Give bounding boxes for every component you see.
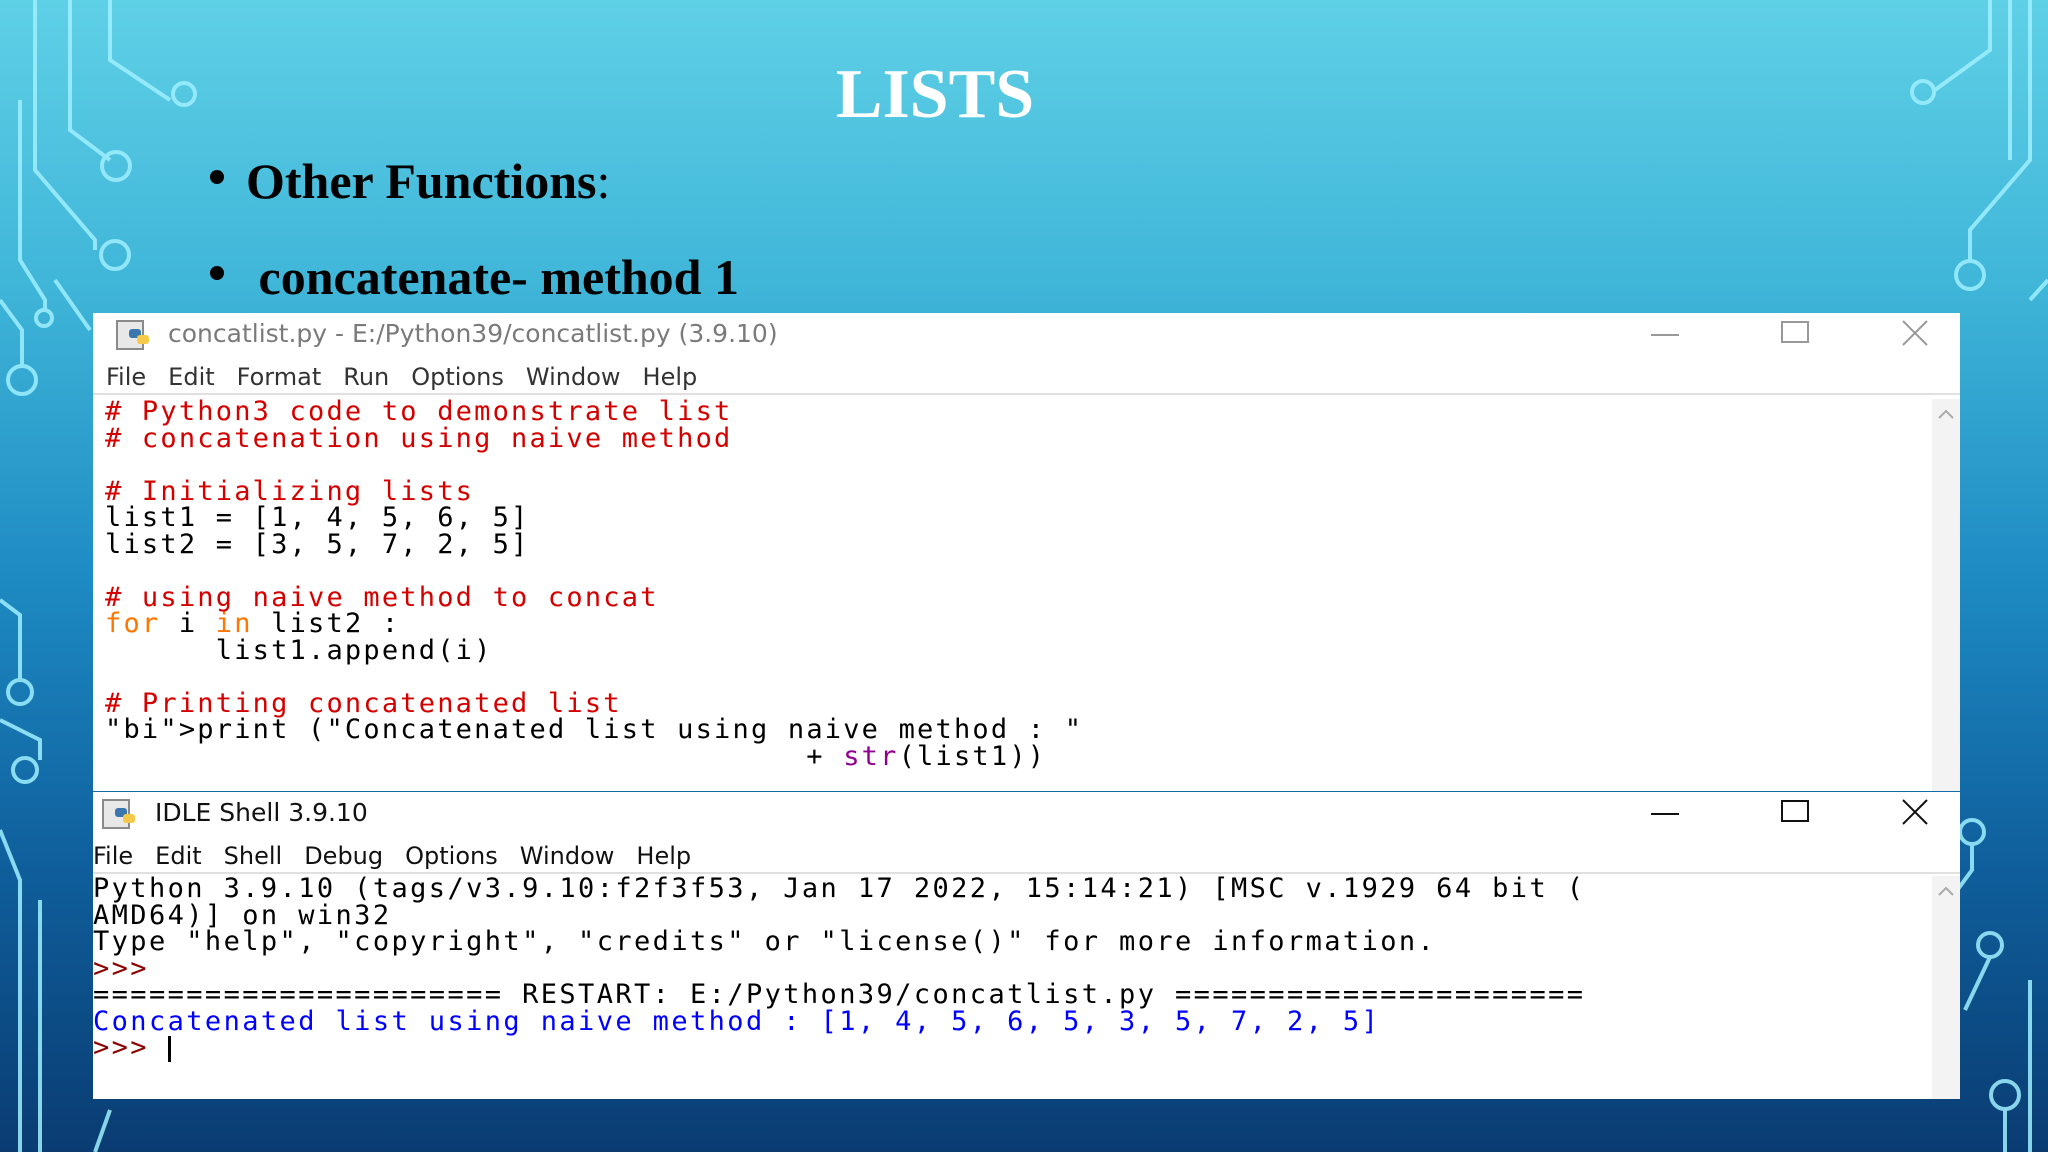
menu-window[interactable]: Window — [520, 842, 615, 870]
menu-help[interactable]: Help — [643, 363, 698, 391]
shell-title: IDLE Shell 3.9.10 — [155, 798, 368, 827]
bullet-concatenate: concatenate- method 1 — [210, 248, 739, 306]
shell-restart-line: ====================== RESTART: E:/Pytho… — [93, 979, 1586, 1010]
menu-options[interactable]: Options — [405, 842, 498, 870]
code-line-str: + str(list1)) — [105, 740, 1047, 772]
bullet-dot — [210, 169, 224, 184]
code-line: list1.append(i) — [105, 634, 493, 666]
menu-options[interactable]: Options — [411, 363, 504, 391]
code-line: # Python3 code to demonstrate list — [105, 396, 733, 427]
minimize-icon[interactable] — [1645, 317, 1685, 349]
code-line: # concatenation using naive method — [105, 422, 733, 454]
shell-input-line[interactable]: >>> — [93, 1032, 1585, 1063]
bullet-other-functions: Other Functions: — [210, 152, 610, 210]
close-icon[interactable] — [1895, 796, 1935, 828]
menu-window[interactable]: Window — [526, 363, 621, 391]
menu-run[interactable]: Run — [343, 363, 389, 391]
python-file-icon — [102, 799, 135, 829]
editor-title: concatlist.py - E:/Python39/concatlist.p… — [168, 319, 778, 348]
text-cursor — [167, 1035, 171, 1062]
menu-help[interactable]: Help — [636, 842, 691, 870]
shell-prompt: >>> — [93, 1032, 168, 1063]
shell-output-area[interactable]: Python 3.9.10 (tags/v3.9.10:f2f3f53, Jan… — [93, 873, 1586, 1063]
menu-file[interactable]: File — [93, 842, 133, 870]
editor-titlebar[interactable]: concatlist.py - E:/Python39/concatlist.p… — [93, 313, 1960, 355]
maximize-icon[interactable] — [1775, 317, 1815, 349]
slide-title: LISTS — [835, 56, 1035, 133]
menu-file[interactable]: File — [106, 363, 146, 391]
shell-line: Type "help", "copyright", "credits" or "… — [93, 926, 1437, 957]
menu-debug[interactable]: Debug — [304, 842, 383, 870]
shell-titlebar[interactable]: IDLE Shell 3.9.10 — [93, 792, 1960, 834]
minimize-icon[interactable] — [1645, 796, 1685, 828]
menu-edit[interactable]: Edit — [168, 363, 214, 391]
shell-output-line: Concatenated list using naive method : [… — [93, 1005, 1381, 1037]
scroll-up-icon[interactable] — [1938, 409, 1954, 419]
bullet-text: concatenate- method 1 — [258, 249, 739, 305]
code-line: list1 = [1, 4, 5, 6, 5] — [105, 502, 530, 533]
shell-line: Python 3.9.10 (tags/v3.9.10:f2f3f53, Jan… — [93, 873, 1586, 904]
bullet-text: Other Functions — [246, 153, 597, 209]
code-line-for: for i in list2 : — [105, 608, 401, 639]
maximize-icon[interactable] — [1775, 796, 1815, 828]
python-file-icon — [116, 320, 149, 350]
shell-scrollbar[interactable] — [1932, 876, 1960, 1099]
menu-format[interactable]: Format — [237, 363, 322, 391]
bullet-colon: : — [596, 153, 611, 209]
scroll-up-icon[interactable] — [1938, 886, 1954, 896]
editor-menubar: File Edit Format Run Options Window Help — [93, 355, 1960, 395]
menu-shell[interactable]: Shell — [224, 842, 283, 870]
close-icon[interactable] — [1895, 317, 1935, 349]
editor-scrollbar[interactable] — [1932, 399, 1960, 791]
bullet-dot — [210, 265, 224, 280]
code-line: list2 = [3, 5, 7, 2, 5] — [105, 528, 530, 560]
editor-window: concatlist.py - E:/Python39/concatlist.p… — [93, 313, 1960, 791]
editor-code-area[interactable]: # Python3 code to demonstrate list # conc… — [105, 396, 1084, 772]
code-line-print: "bi">print ("Concatenated list using nai… — [105, 714, 1084, 745]
shell-menubar: File Edit Shell Debug Options Window Help — [93, 834, 1960, 874]
shell-window: IDLE Shell 3.9.10 File Edit Shell Debug Opti… — [93, 792, 1960, 1099]
menu-edit[interactable]: Edit — [155, 842, 201, 870]
